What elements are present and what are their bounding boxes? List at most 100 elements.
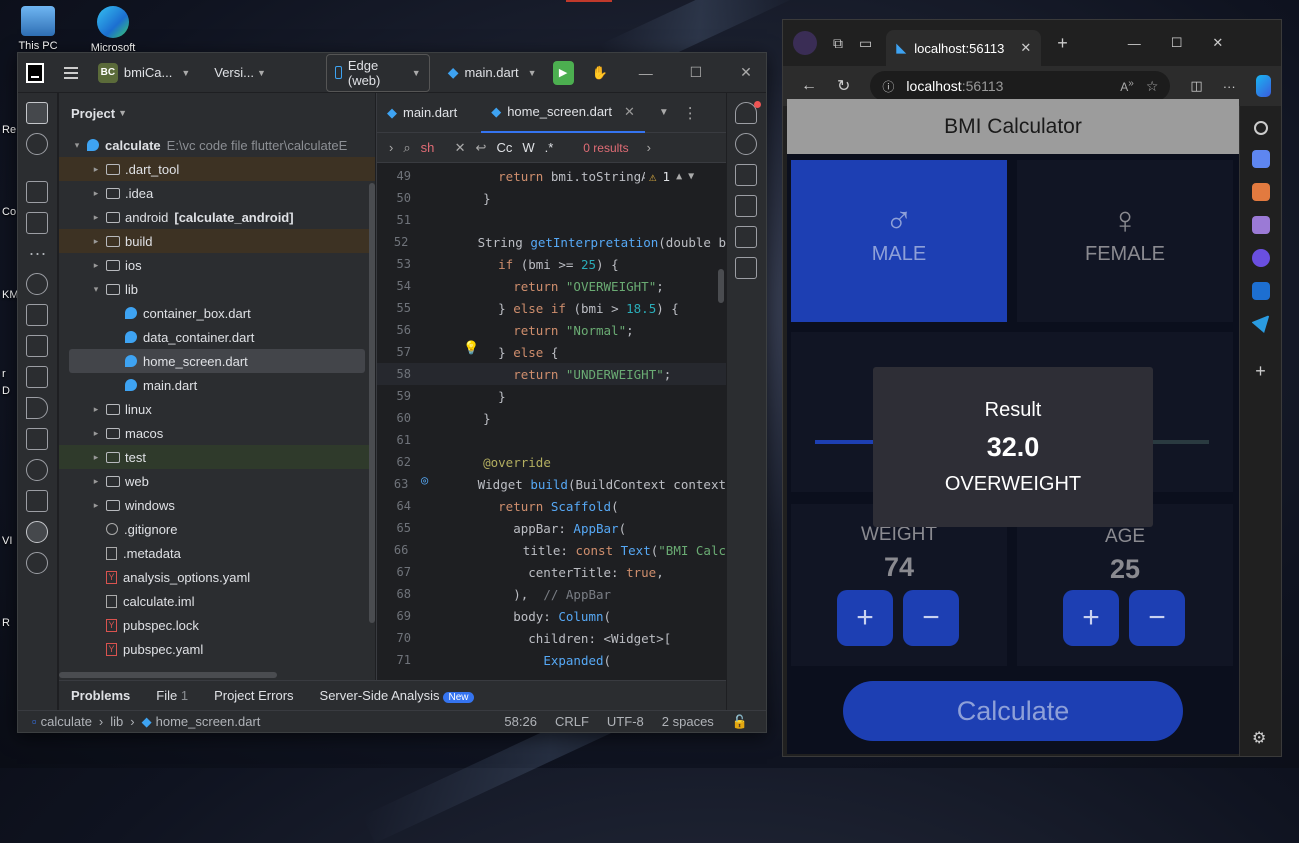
- close-icon[interactable]: ✕: [1212, 35, 1223, 51]
- clipboard-icon[interactable]: [735, 226, 757, 248]
- tree-item[interactable]: .metadata: [59, 541, 375, 565]
- code-line[interactable]: 61: [377, 429, 726, 451]
- maximize-icon[interactable]: ☐: [1171, 35, 1183, 51]
- chevron-down-icon[interactable]: ▼: [688, 171, 694, 182]
- shopping-tag-icon[interactable]: [1251, 150, 1270, 168]
- expand-arrow-icon[interactable]: ▸: [88, 236, 104, 247]
- weight-minus-button[interactable]: −: [903, 590, 959, 646]
- browser-tab[interactable]: ◣ localhost:56113 ✕: [886, 30, 1042, 66]
- inspector-icon[interactable]: [735, 195, 757, 217]
- dashboard-icon[interactable]: [26, 273, 48, 295]
- code-line[interactable]: 63 Widget build (BuildContext context: [377, 473, 726, 495]
- code-line[interactable]: 54 return "OVERWEIGHT";: [377, 275, 726, 297]
- expand-arrow-icon[interactable]: ▸: [88, 164, 104, 175]
- tab-file[interactable]: File 1: [156, 688, 188, 703]
- ai-assistant-icon[interactable]: [735, 133, 757, 155]
- expand-arrow-icon[interactable]: ▸: [88, 428, 104, 439]
- tree-item[interactable]: ▸ macos: [59, 421, 375, 445]
- tag-icon[interactable]: [26, 366, 48, 388]
- code-line[interactable]: 50 }: [377, 187, 726, 209]
- split-screen-icon[interactable]: ◫: [1190, 78, 1202, 94]
- refresh-icon[interactable]: ↻: [837, 76, 850, 96]
- code-line[interactable]: 68 ), // AppBar: [377, 583, 726, 605]
- match-case-toggle[interactable]: Cc: [496, 140, 512, 155]
- breadcrumb-item[interactable]: lib: [110, 714, 123, 729]
- git-icon[interactable]: [26, 552, 48, 574]
- clear-icon[interactable]: ✕: [455, 140, 466, 156]
- new-tab-icon[interactable]: +: [1057, 33, 1068, 54]
- code-line[interactable]: 51: [377, 209, 726, 231]
- profile-avatar[interactable]: [793, 31, 817, 55]
- find-input[interactable]: sh: [421, 140, 445, 155]
- project-panel-header[interactable]: Project ▼: [59, 93, 375, 133]
- expand-arrow-icon[interactable]: ▾: [88, 284, 104, 295]
- run-tool-icon[interactable]: [26, 397, 48, 419]
- close-tab-icon[interactable]: ✕: [1020, 40, 1031, 56]
- whole-word-toggle[interactable]: W: [522, 140, 534, 155]
- expand-arrow-icon[interactable]: ▸: [88, 260, 104, 271]
- age-plus-button[interactable]: +: [1063, 590, 1119, 646]
- tree-item[interactable]: home_screen.dart: [69, 349, 365, 373]
- code-line[interactable]: 64 return Scaffold(: [377, 495, 726, 517]
- chevron-up-icon[interactable]: ▲: [676, 171, 682, 182]
- code-line[interactable]: 56 return "Normal";: [377, 319, 726, 341]
- project-tool-icon[interactable]: [26, 102, 48, 124]
- expand-arrow-icon[interactable]: ▸: [88, 500, 104, 511]
- tree-item[interactable]: ▸ web: [59, 469, 375, 493]
- tree-item[interactable]: ▾ calculate E:\vc code file flutter\calcul…: [59, 133, 375, 157]
- close-tab-icon[interactable]: ✕: [624, 104, 635, 120]
- chevron-right-icon[interactable]: ›: [389, 140, 393, 155]
- tree-item[interactable]: ▸ .dart_tool: [59, 157, 375, 181]
- games-icon[interactable]: [1251, 216, 1270, 234]
- code-line[interactable]: 57 } else {: [377, 341, 726, 363]
- code-area[interactable]: 49 return bmi.toStringAs 50 } 51 52 String …: [377, 165, 726, 710]
- device-manager-icon[interactable]: [26, 304, 48, 326]
- problems-icon[interactable]: [26, 521, 48, 543]
- tab-project-errors[interactable]: Project Errors: [214, 688, 293, 703]
- tree-item[interactable]: ▸ windows: [59, 493, 375, 517]
- tab-home-screen-dart[interactable]: ◆ home_screen.dart ✕: [481, 93, 645, 133]
- tab-problems[interactable]: Problems: [71, 688, 130, 703]
- tab-main-dart[interactable]: ◆ main.dart: [377, 93, 467, 133]
- run-config-selector[interactable]: ◆ main.dart ▼: [448, 64, 537, 81]
- tree-item[interactable]: ▸ .idea: [59, 181, 375, 205]
- calculate-button[interactable]: Calculate: [843, 681, 1183, 741]
- tree-item[interactable]: ▸ ios: [59, 253, 375, 277]
- copilot-icon[interactable]: [1255, 75, 1271, 97]
- main-menu-icon[interactable]: [63, 66, 78, 79]
- minimize-icon[interactable]: —: [1128, 36, 1141, 51]
- tree-item[interactable]: Ypubspec.yaml: [59, 637, 375, 661]
- lock-icon[interactable]: 🔓: [732, 714, 748, 730]
- expand-arrow-icon[interactable]: ▾: [69, 140, 85, 151]
- code-line[interactable]: 69 body: Column(: [377, 605, 726, 627]
- find-usages-icon[interactable]: [735, 257, 757, 279]
- code-line[interactable]: 67 centerTitle: true,: [377, 561, 726, 583]
- desktop-icon-edge[interactable]: Microsoft: [78, 6, 148, 54]
- logcat-icon[interactable]: [26, 335, 48, 357]
- editor-scrollbar[interactable]: [718, 269, 724, 303]
- expand-arrow-icon[interactable]: ▸: [88, 476, 104, 487]
- minimize-icon[interactable]: —: [626, 65, 666, 81]
- structure-tool-icon[interactable]: [26, 133, 48, 155]
- project-selector[interactable]: BC bmiCa... ▼: [97, 62, 190, 83]
- tree-item[interactable]: Ypubspec.lock: [59, 613, 375, 637]
- weight-plus-button[interactable]: +: [837, 590, 893, 646]
- breadcrumb-item[interactable]: calculate: [41, 714, 92, 729]
- vcs-selector[interactable]: Versi... ▼: [214, 65, 266, 80]
- code-line[interactable]: 52 String getInterpretation (double b: [377, 231, 726, 253]
- outlook-icon[interactable]: [1251, 282, 1270, 300]
- tree-item[interactable]: ▸ linux: [59, 397, 375, 421]
- code-line[interactable]: 60 }: [377, 407, 726, 429]
- m365-icon[interactable]: [1251, 249, 1270, 267]
- add-sidebar-icon[interactable]: +: [1240, 361, 1281, 382]
- settings-gear-icon[interactable]: ⚙: [1252, 728, 1266, 748]
- expand-arrow-icon[interactable]: ▸: [88, 212, 104, 223]
- tab-server-side-analysis[interactable]: Server-Side Analysis New: [320, 688, 474, 703]
- expand-arrow-icon[interactable]: ▸: [88, 452, 104, 463]
- close-icon[interactable]: ✕: [726, 64, 766, 81]
- line-separator[interactable]: CRLF: [555, 714, 589, 729]
- expand-arrow-icon[interactable]: ▸: [88, 188, 104, 199]
- telegram-icon[interactable]: [1251, 315, 1270, 333]
- debug-icon[interactable]: ✋: [592, 65, 608, 81]
- vertical-scrollbar[interactable]: [369, 183, 375, 623]
